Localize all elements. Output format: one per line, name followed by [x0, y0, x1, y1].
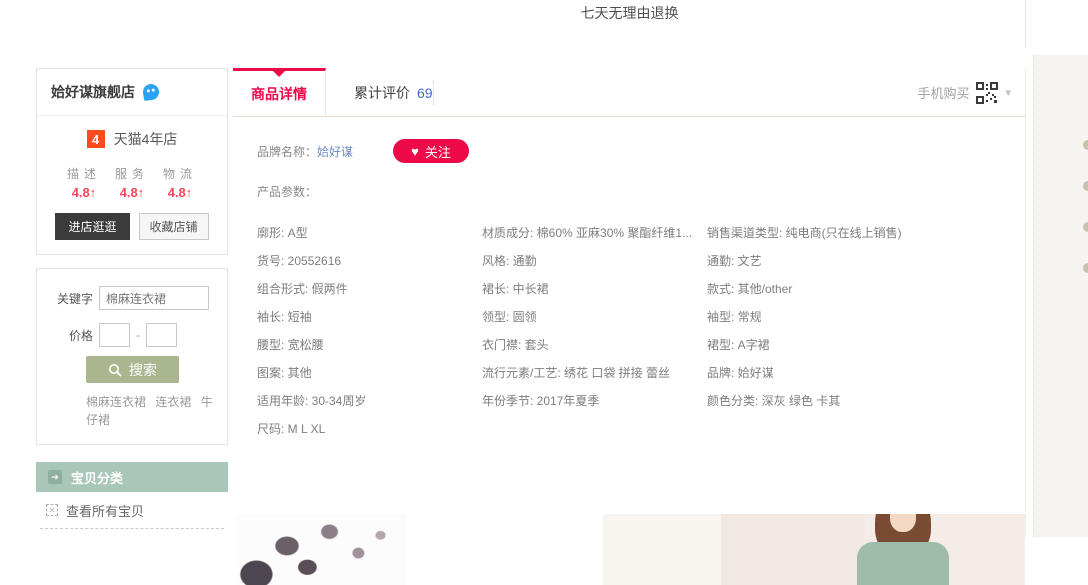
- param-cell: 颜色分类: 深灰 绿色 卡其: [707, 387, 1027, 415]
- wangwang-chat-icon[interactable]: [142, 83, 160, 101]
- keyword-label: 关键字: [51, 290, 93, 307]
- tmall-badge-number: 4: [87, 130, 105, 148]
- rating-service: 服务 4.8↑: [115, 165, 149, 200]
- param-cell: 袖长: 短袖: [257, 303, 482, 331]
- rail-dot: [1083, 140, 1088, 150]
- param-cell: 款式: 其他/other: [707, 275, 1027, 303]
- follow-brand-button[interactable]: ♥ 关注: [393, 139, 469, 163]
- rating-logistics: 物流 4.8↑: [163, 165, 197, 200]
- hot-search-links: 棉麻连衣裙 连衣裙 牛仔裙: [86, 393, 221, 429]
- param-cell: 年份季节: 2017年夏季: [482, 387, 707, 415]
- product-photo-strip: [233, 514, 1025, 585]
- param-cell: 腰型: 宽松腰: [257, 331, 482, 359]
- mobile-buy-dropdown[interactable]: 手机购买 ▾: [917, 68, 1011, 117]
- rating-description: 描述 4.8↑: [67, 165, 101, 200]
- tmall-years-badge: 4 天猫4年店: [37, 129, 227, 149]
- brand-label: 品牌名称：: [257, 143, 317, 160]
- detail-content: 品牌名称： 姶好谋 ♥ 关注 产品参数： 廓形: A型 材质成分: 棉60% 亚…: [233, 117, 1025, 537]
- hot-link[interactable]: 棉麻连衣裙: [86, 395, 146, 409]
- brand-link[interactable]: 姶好谋: [317, 143, 353, 160]
- return-policy-notice: 七天无理由退换: [233, 3, 1026, 23]
- tab-product-detail[interactable]: 商品详情: [233, 68, 326, 117]
- up-arrow-icon: ↑: [186, 185, 193, 200]
- search-button[interactable]: 搜索: [86, 356, 179, 383]
- param-cell: 风格: 通勤: [482, 247, 707, 275]
- param-cell: 裙型: A字裙: [707, 331, 1027, 359]
- heart-icon: ♥: [411, 144, 419, 159]
- param-cell: 尺码: M L XL: [257, 415, 482, 443]
- rail-dot: [1083, 263, 1088, 273]
- chevron-down-icon: ▾: [1005, 86, 1011, 99]
- product-params-grid: 廓形: A型 材质成分: 棉60% 亚麻30% 聚酯纤维1... 销售渠道类型:…: [257, 219, 1027, 443]
- shop-header: 姶好谋旗舰店: [37, 69, 227, 116]
- param-cell: 材质成分: 棉60% 亚麻30% 聚酯纤维1...: [482, 219, 707, 247]
- rail-dot: [1083, 222, 1088, 232]
- right-rail: [1033, 55, 1088, 537]
- param-cell: 适用年龄: 30-34周岁: [257, 387, 482, 415]
- view-all-icon: ✕: [46, 504, 58, 516]
- param-cell: 图案: 其他: [257, 359, 482, 387]
- brand-row: 品牌名称： 姶好谋 ♥ 关注: [257, 139, 469, 163]
- tab-divider: [433, 81, 434, 105]
- up-arrow-icon: ↑: [90, 185, 97, 200]
- enter-shop-button[interactable]: 进店逛逛: [55, 213, 129, 240]
- price-max-input[interactable]: [146, 323, 177, 347]
- price-min-input[interactable]: [99, 323, 130, 347]
- params-title: 产品参数：: [257, 183, 317, 200]
- param-cell: 袖型: 常规: [707, 303, 1027, 331]
- arrow-right-icon: ➜: [48, 470, 62, 484]
- review-count: 69: [417, 85, 433, 101]
- shop-ratings: 描述 4.8↑ 服务 4.8↑ 物流 4.8↑: [37, 165, 227, 200]
- shop-search-panel: 关键字 价格 - 搜索 棉麻连衣裙 连衣裙 牛仔裙: [36, 268, 228, 445]
- category-section-header[interactable]: ➜ 宝贝分类: [36, 462, 228, 492]
- qr-code-icon: [976, 82, 998, 104]
- model-green-top: [843, 514, 963, 585]
- up-arrow-icon: ↑: [138, 185, 145, 200]
- param-cell: 流行元素/工艺: 绣花 口袋 拼接 蕾丝: [482, 359, 707, 387]
- param-cell: 领型: 圆领: [482, 303, 707, 331]
- floral-detail-photo: [236, 514, 406, 585]
- price-range-separator: -: [136, 328, 140, 342]
- param-cell: 销售渠道类型: 纯电商(只在线上销售): [707, 219, 1027, 247]
- category-header-label: 宝贝分类: [71, 468, 123, 487]
- param-cell: 通勤: 文艺: [707, 247, 1027, 275]
- product-detail-panel: 商品详情 累计评价 69 手机购买 ▾: [233, 68, 1026, 537]
- detail-tab-bar: 商品详情 累计评价 69 手机购买 ▾: [233, 68, 1025, 117]
- param-cell: 廓形: A型: [257, 219, 482, 247]
- shop-name: 姶好谋旗舰店: [51, 82, 135, 102]
- tmall-badge-label: 天猫4年店: [114, 129, 178, 149]
- param-cell: [707, 415, 1027, 443]
- view-all-label: 查看所有宝贝: [66, 501, 144, 520]
- param-cell: 裙长: 中长裙: [482, 275, 707, 303]
- param-cell: 品牌: 姶好谋: [707, 359, 1027, 387]
- tab-reviews[interactable]: 累计评价 69: [340, 68, 447, 117]
- favorite-shop-button[interactable]: 收藏店铺: [139, 213, 209, 240]
- param-cell: 衣门襟: 套头: [482, 331, 707, 359]
- price-label: 价格: [51, 327, 93, 344]
- keyword-input[interactable]: [99, 286, 209, 310]
- view-all-items-link[interactable]: ✕ 查看所有宝贝: [36, 492, 228, 528]
- magnifier-icon: [108, 363, 122, 377]
- param-cell: [482, 415, 707, 443]
- top-right-divider: [1025, 0, 1026, 48]
- hot-link[interactable]: 连衣裙: [155, 395, 191, 409]
- param-cell: 组合形式: 假两件: [257, 275, 482, 303]
- rail-dot: [1083, 181, 1088, 191]
- shop-info-panel: 姶好谋旗舰店 4 天猫4年店 描述 4.8↑ 服务 4.8↑ 物流 4.8↑ 进…: [36, 68, 228, 255]
- param-cell: 货号: 20552616: [257, 247, 482, 275]
- sidebar-divider: [40, 528, 224, 529]
- active-tab-pointer-icon: [273, 71, 285, 77]
